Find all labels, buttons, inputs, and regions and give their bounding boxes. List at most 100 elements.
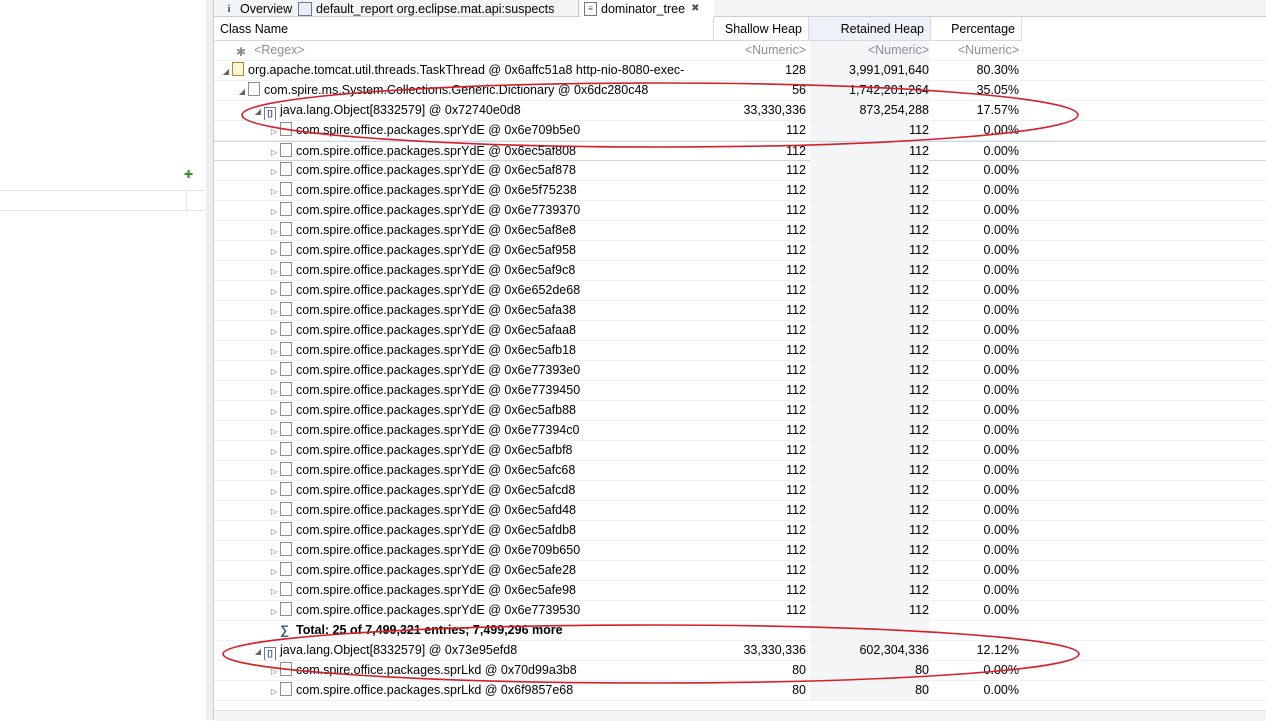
- table-row[interactable]: ▷ com.spire.office.packages.sprYdE @ 0x6e…: [214, 421, 1266, 441]
- retained-heap-cell: 112: [810, 142, 929, 161]
- collapsed-twisty-icon[interactable]: ▷: [268, 282, 280, 300]
- table-row[interactable]: ▷ com.spire.office.packages.sprYdE @ 0x6e…: [214, 481, 1266, 501]
- table-row[interactable]: ▷ com.spire.office.packages.sprYdE @ 0x6e…: [214, 321, 1266, 341]
- table-row[interactable]: ▷ com.spire.office.packages.sprLkd @ 0x70…: [214, 661, 1266, 681]
- collapsed-twisty-icon[interactable]: ▷: [268, 482, 280, 500]
- table-row[interactable]: ▷ com.spire.office.packages.sprYdE @ 0x6e…: [214, 141, 1266, 161]
- filter-shallow-heap[interactable]: <Numeric>: [714, 41, 806, 60]
- table-row[interactable]: ▷ com.spire.office.packages.sprYdE @ 0x6e…: [214, 441, 1266, 461]
- collapsed-twisty-icon[interactable]: ▷: [268, 262, 280, 280]
- column-header-class-name[interactable]: Class Name: [214, 17, 714, 41]
- expanded-twisty-icon[interactable]: ◢: [236, 82, 248, 100]
- table-row[interactable]: ▷ com.spire.office.packages.sprYdE @ 0x6e…: [214, 401, 1266, 421]
- collapsed-twisty-icon[interactable]: ▷: [268, 322, 280, 340]
- table-row[interactable]: ◢ com.spire.ms.System.Collections.Generic…: [214, 81, 1266, 101]
- tab-default-report[interactable]: default_report org.eclipse.mat.api:suspe…: [296, 0, 579, 17]
- table-row[interactable]: ▷ com.spire.office.packages.sprYdE @ 0x6e…: [214, 461, 1266, 481]
- collapsed-twisty-icon[interactable]: ▷: [268, 143, 280, 161]
- filter-percentage[interactable]: <Numeric>: [932, 41, 1019, 60]
- class-name-cell: com.spire.office.packages.sprYdE @ 0x6e7…: [296, 423, 580, 437]
- percentage-cell: 0.00%: [983, 303, 1019, 317]
- table-row[interactable]: ▷ com.spire.office.packages.sprYdE @ 0x6e…: [214, 161, 1266, 181]
- table-row[interactable]: ▷ com.spire.office.packages.sprYdE @ 0x6e…: [214, 261, 1266, 281]
- shallow-heap-cell: 112: [786, 163, 806, 177]
- percentage-cell: 0.00%: [983, 683, 1019, 697]
- collapsed-twisty-icon[interactable]: ▷: [268, 162, 280, 180]
- table-row[interactable]: ▷ com.spire.office.packages.sprYdE @ 0x6e…: [214, 581, 1266, 601]
- table-row[interactable]: ◢ org.apache.tomcat.util.threads.TaskThre…: [214, 61, 1266, 81]
- horizontal-scrollbar[interactable]: [214, 710, 1266, 721]
- collapsed-twisty-icon[interactable]: ▷: [268, 522, 280, 540]
- class-name-cell: com.spire.office.packages.sprYdE @ 0x6ec…: [296, 483, 576, 497]
- collapsed-twisty-icon[interactable]: ▷: [268, 582, 280, 600]
- table-row[interactable]: ◢[] java.lang.Object[8332579] @ 0x73e95ef…: [214, 641, 1266, 661]
- table-row[interactable]: ▷ com.spire.office.packages.sprYdE @ 0x6e…: [214, 301, 1266, 321]
- column-header-shallow-heap[interactable]: Shallow Heap: [714, 17, 809, 41]
- table-row[interactable]: ▷ com.spire.office.packages.sprYdE @ 0x6e…: [214, 281, 1266, 301]
- collapsed-twisty-icon[interactable]: ▷: [268, 422, 280, 440]
- collapsed-twisty-icon[interactable]: ▷: [268, 542, 280, 560]
- class-name-cell: com.spire.office.packages.sprLkd @ 0x6f9…: [296, 683, 574, 697]
- filter-retained-heap[interactable]: <Numeric>: [810, 41, 929, 60]
- total-row[interactable]: ∑ Total: 25 of 7,499,321 entries; 7,499,2…: [214, 621, 1266, 641]
- regex-filter-icon: ✱: [236, 45, 247, 59]
- collapsed-twisty-icon[interactable]: ▷: [268, 242, 280, 260]
- class-name-cell: com.spire.office.packages.sprYdE @ 0x6e7…: [296, 203, 581, 217]
- collapsed-twisty-icon[interactable]: ▷: [268, 682, 280, 700]
- close-icon[interactable]: ✖: [691, 3, 699, 14]
- filter-cell-class-name[interactable]: ✱ <Regex>: [214, 41, 736, 60]
- shallow-heap-cell: 112: [786, 283, 806, 297]
- tab-dominator-tree[interactable]: ≡ dominator_tree ✖: [580, 0, 714, 17]
- expanded-twisty-icon[interactable]: ◢: [252, 642, 264, 660]
- collapsed-twisty-icon[interactable]: ▷: [268, 382, 280, 400]
- shallow-heap-cell: 80: [792, 683, 806, 697]
- collapsed-twisty-icon[interactable]: ▷: [268, 222, 280, 240]
- collapsed-twisty-icon[interactable]: ▷: [268, 442, 280, 460]
- table-row[interactable]: ▷ com.spire.office.packages.sprLkd @ 0x6f…: [214, 681, 1266, 701]
- percentage-cell: 0.00%: [983, 363, 1019, 377]
- expanded-twisty-icon[interactable]: ◢: [252, 102, 264, 120]
- table-row[interactable]: ▷ com.spire.office.packages.sprYdE @ 0x6e…: [214, 561, 1266, 581]
- retained-heap-cell: 112: [810, 261, 929, 280]
- object-icon: [280, 602, 292, 616]
- table-row[interactable]: ▷ com.spire.office.packages.sprYdE @ 0x6e…: [214, 181, 1266, 201]
- column-header-percentage[interactable]: Percentage: [931, 17, 1022, 41]
- collapsed-twisty-icon[interactable]: ▷: [268, 462, 280, 480]
- column-header-retained-heap[interactable]: Retained Heap: [809, 17, 931, 41]
- table-row[interactable]: ◢[] java.lang.Object[8332579] @ 0x72740e0…: [214, 101, 1266, 121]
- collapsed-twisty-icon[interactable]: ▷: [268, 602, 280, 620]
- table-row[interactable]: ▷ com.spire.office.packages.sprYdE @ 0x6e…: [214, 381, 1266, 401]
- pin-icon[interactable]: ✚: [184, 169, 196, 181]
- table-row[interactable]: ▷ com.spire.office.packages.sprYdE @ 0x6e…: [214, 221, 1266, 241]
- collapsed-twisty-icon[interactable]: ▷: [268, 342, 280, 360]
- collapsed-twisty-icon[interactable]: ▷: [268, 202, 280, 220]
- retained-heap-cell: 80: [810, 681, 929, 700]
- class-name-cell: com.spire.office.packages.sprYdE @ 0x6e7…: [296, 123, 581, 137]
- percentage-cell: 0.00%: [983, 223, 1019, 237]
- retained-heap-cell: 112: [810, 541, 929, 560]
- table-row[interactable]: ▷ com.spire.office.packages.sprYdE @ 0x6e…: [214, 501, 1266, 521]
- table-row[interactable]: ▷ com.spire.office.packages.sprYdE @ 0x6e…: [214, 241, 1266, 261]
- tab-label: dominator_tree: [601, 1, 686, 16]
- collapsed-twisty-icon[interactable]: ▷: [268, 502, 280, 520]
- filter-class-name[interactable]: <Regex>: [254, 43, 305, 57]
- collapsed-twisty-icon[interactable]: ▷: [268, 302, 280, 320]
- collapsed-twisty-icon[interactable]: ▷: [268, 122, 280, 140]
- tab-label: default_report org.eclipse.mat.api:suspe…: [316, 1, 555, 16]
- retained-heap-cell: 112: [810, 341, 929, 360]
- collapsed-twisty-icon[interactable]: ▷: [268, 662, 280, 680]
- collapsed-twisty-icon[interactable]: ▷: [268, 402, 280, 420]
- collapsed-twisty-icon[interactable]: ▷: [268, 562, 280, 580]
- pane-splitter[interactable]: [206, 0, 214, 720]
- table-row[interactable]: ▷ com.spire.office.packages.sprYdE @ 0x6e…: [214, 201, 1266, 221]
- collapsed-twisty-icon[interactable]: ▷: [268, 182, 280, 200]
- expanded-twisty-icon[interactable]: ◢: [220, 62, 232, 80]
- table-row[interactable]: ▷ com.spire.office.packages.sprYdE @ 0x6e…: [214, 521, 1266, 541]
- tab-overview[interactable]: i Overview: [214, 0, 303, 17]
- table-row[interactable]: ▷ com.spire.office.packages.sprYdE @ 0x6e…: [214, 341, 1266, 361]
- collapsed-twisty-icon[interactable]: ▷: [268, 362, 280, 380]
- table-row[interactable]: ▷ com.spire.office.packages.sprYdE @ 0x6e…: [214, 541, 1266, 561]
- table-row[interactable]: ▷ com.spire.office.packages.sprYdE @ 0x6e…: [214, 121, 1266, 141]
- table-row[interactable]: ▷ com.spire.office.packages.sprYdE @ 0x6e…: [214, 601, 1266, 621]
- table-row[interactable]: ▷ com.spire.office.packages.sprYdE @ 0x6e…: [214, 361, 1266, 381]
